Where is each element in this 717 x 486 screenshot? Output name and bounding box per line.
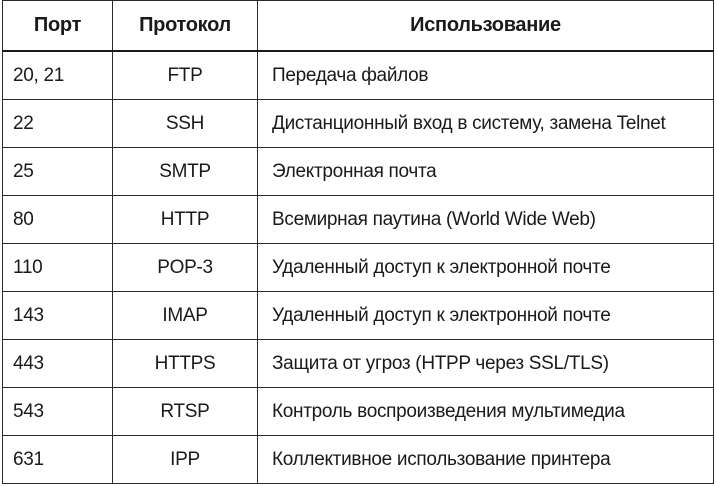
header-port: Порт [2, 0, 113, 52]
table-row: 143 IMAP Удаленный доступ к электронной … [2, 291, 714, 340]
table-header: Порт Протокол Использование [2, 0, 714, 52]
cell-port: 80 [2, 195, 113, 244]
table-body: 20, 21 FTP Передача файлов 22 SSH Дистан… [2, 50, 714, 484]
cell-protocol: HTTP [112, 195, 258, 244]
cell-protocol: RTSP [112, 387, 258, 436]
table-row: 20, 21 FTP Передача файлов [2, 50, 714, 100]
cell-port: 20, 21 [2, 50, 113, 100]
table-row: 543 RTSP Контроль воспроизведения мульти… [2, 387, 714, 436]
cell-usage: Защита от угроз (HTPP через SSL/TLS) [257, 339, 714, 388]
table-row: 80 HTTP Всемирная паутина (World Wide We… [2, 195, 714, 244]
cell-usage: Всемирная паутина (World Wide Web) [257, 195, 714, 244]
table-row: 22 SSH Дистанционный вход в систему, зам… [2, 99, 714, 148]
table-row: 631 IPP Коллективное использование принт… [2, 435, 714, 484]
cell-usage: Удаленный доступ к электронной почте [257, 291, 714, 340]
table-row: 25 SMTP Электронная почта [2, 147, 714, 196]
cell-usage: Контроль воспроизведения мультимедиа [257, 387, 714, 436]
cell-protocol: IMAP [112, 291, 258, 340]
cell-usage: Передача файлов [257, 50, 714, 100]
header-protocol: Протокол [112, 0, 258, 52]
cell-port: 22 [2, 99, 113, 148]
cell-port: 25 [2, 147, 113, 196]
cell-protocol: SSH [112, 99, 258, 148]
cell-port: 143 [2, 291, 113, 340]
ports-table: Порт Протокол Использование 20, 21 FTP П… [2, 0, 714, 484]
cell-protocol: SMTP [112, 147, 258, 196]
cell-protocol: FTP [112, 50, 258, 100]
header-usage: Использование [257, 0, 714, 52]
cell-protocol: HTTPS [112, 339, 258, 388]
ports-table-container: Порт Протокол Использование 20, 21 FTP П… [2, 0, 714, 484]
cell-protocol: IPP [112, 435, 258, 484]
cell-usage: Удаленный доступ к электронной почте [257, 243, 714, 292]
table-row: 110 POP-3 Удаленный доступ к электронной… [2, 243, 714, 292]
cell-port: 543 [2, 387, 113, 436]
cell-port: 110 [2, 243, 113, 292]
cell-port: 631 [2, 435, 113, 484]
cell-protocol: POP-3 [112, 243, 258, 292]
header-row: Порт Протокол Использование [2, 0, 714, 52]
table-row: 443 HTTPS Защита от угроз (HTPP через SS… [2, 339, 714, 388]
cell-port: 443 [2, 339, 113, 388]
cell-usage: Дистанционный вход в систему, замена Tel… [257, 99, 714, 148]
cell-usage: Электронная почта [257, 147, 714, 196]
cell-usage: Коллективное использование принтера [257, 435, 714, 484]
